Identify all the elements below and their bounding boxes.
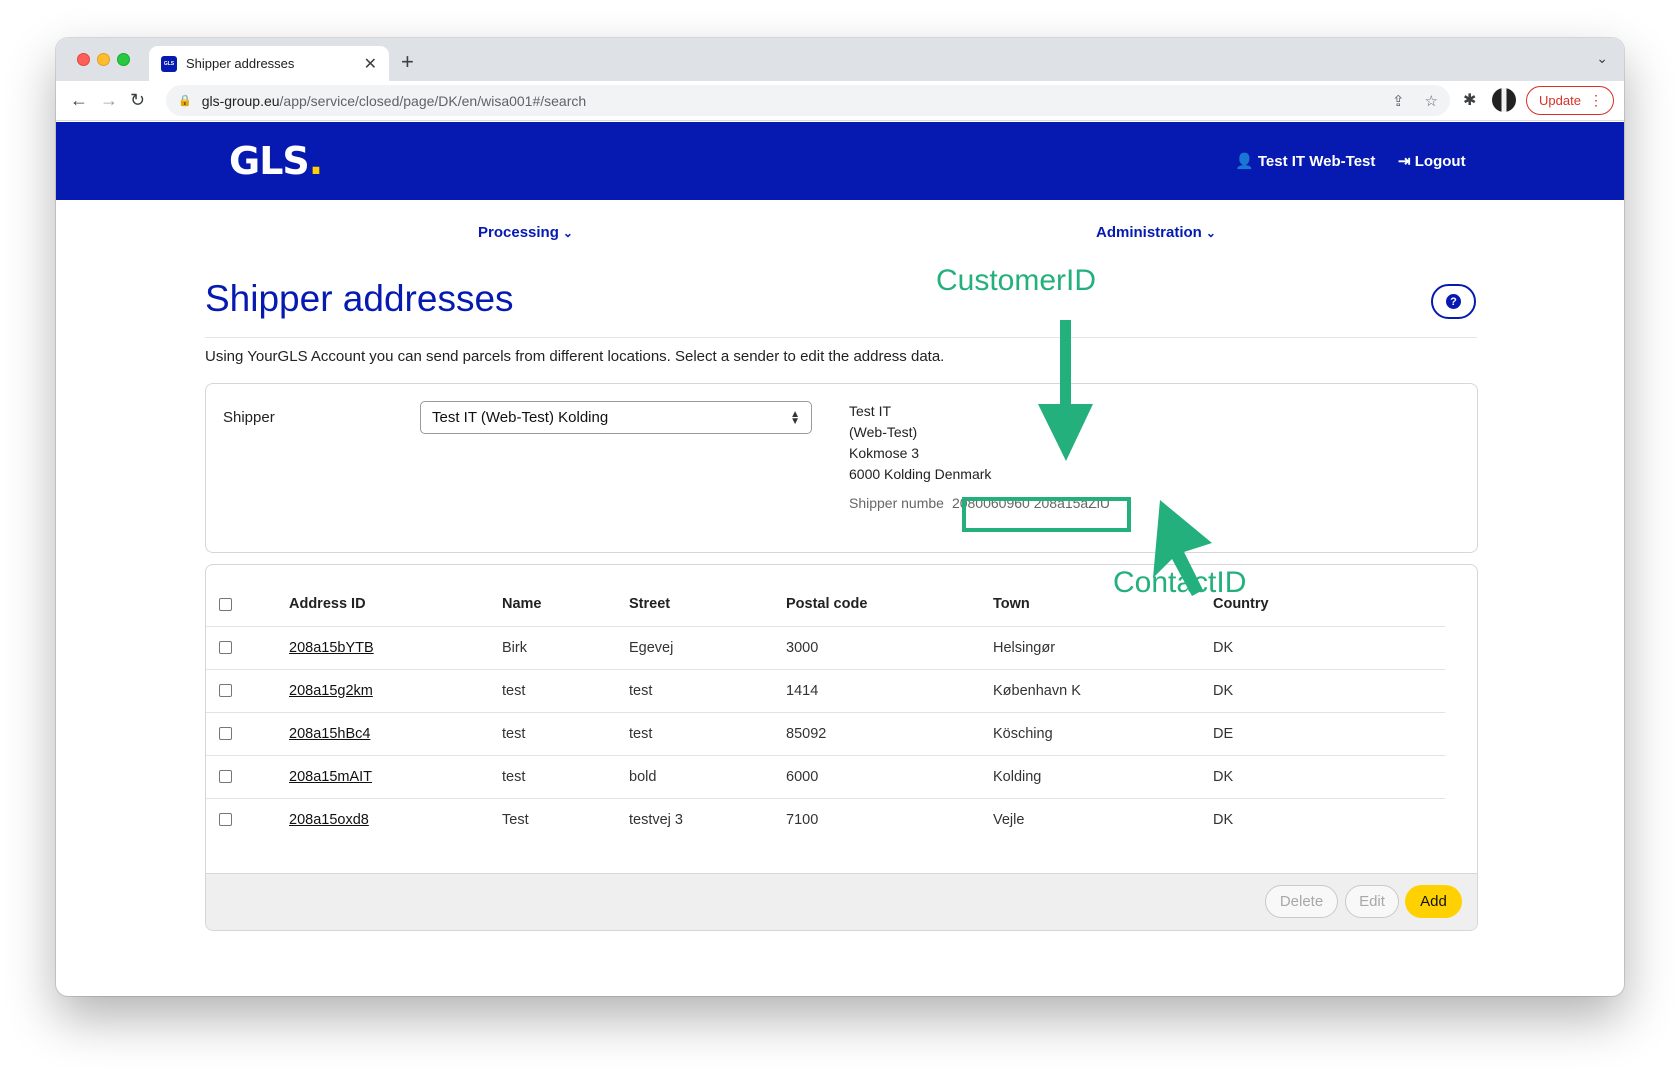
contact-id-arrow	[1153, 500, 1212, 596]
customer-id-arrow-head	[1038, 404, 1093, 461]
annotation-arrows	[1038, 320, 1212, 596]
browser-window: GLS Shipper addresses ✕ + ⌄ ← → ↻ 🔒 gls-…	[56, 38, 1624, 996]
customer-id-arrow-shaft	[1060, 320, 1071, 404]
